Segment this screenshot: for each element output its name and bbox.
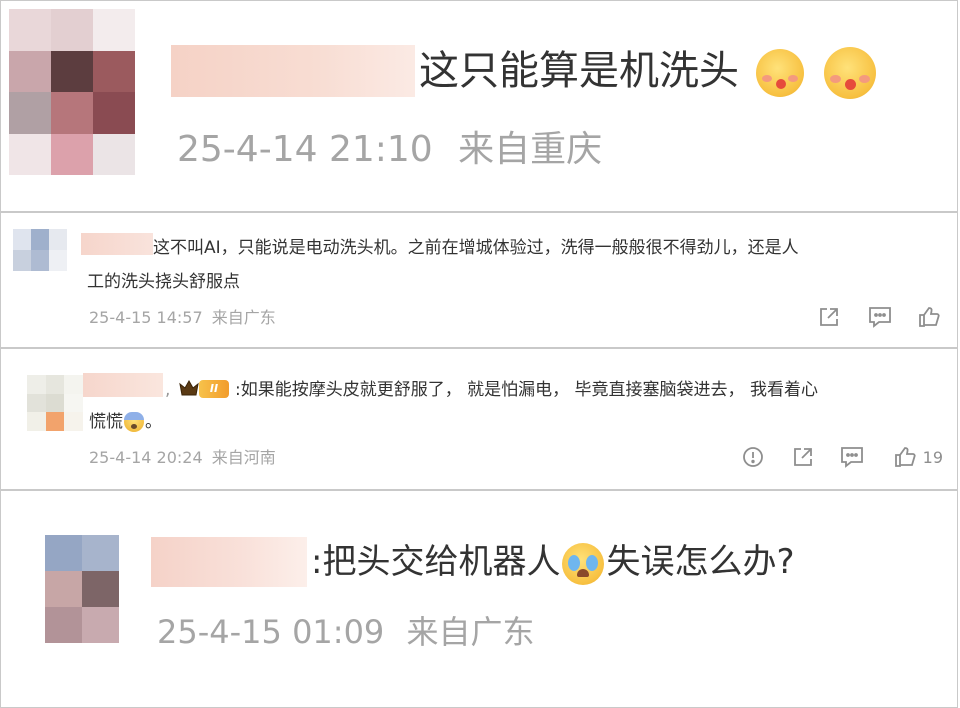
avatar[interactable] (9, 9, 135, 175)
comment-line-1: :如果能按摩头皮就更舒服了， 就是怕漏电， 毕竟直接塞脑袋进去， 我看着心 (235, 380, 818, 400)
yum-face-icon (755, 49, 804, 97)
comment-location: 来自广东 (406, 613, 535, 651)
comment-meta: 25-4-15 01:09 来自广东 (157, 611, 534, 653)
comment-location: 来自重庆 (458, 129, 603, 170)
comment-meta: 25-4-14 20:24 来自河南 (89, 447, 276, 469)
crying-face-icon (562, 542, 605, 585)
blurred-username[interactable] (81, 233, 153, 255)
blurred-username[interactable] (171, 45, 415, 97)
comment-location: 来自河南 (211, 448, 276, 467)
scared-face-icon (124, 412, 144, 432)
comment-line-2-text: 慌慌 (89, 412, 123, 432)
crown-icon (179, 379, 199, 397)
report-icon[interactable] (741, 445, 765, 469)
comment-date: 25-4-15 14:57 (89, 308, 203, 327)
comment-text: 这只能算是机洗头 (419, 48, 739, 94)
comment-date: 25-4-15 01:09 (157, 613, 385, 651)
avatar[interactable] (13, 229, 67, 271)
share-icon[interactable] (817, 305, 841, 329)
like-icon (893, 445, 917, 469)
comment-line-2: 工的洗头挠头舒服点 (87, 272, 240, 292)
comment-card-2: 这不叫AI，只能说是电动洗头机。之前在增城体验过，洗得一般般很不得劲儿，还是人 … (0, 212, 958, 348)
blurred-username[interactable] (151, 537, 307, 587)
comment-date: 25-4-14 20:24 (89, 448, 203, 467)
comment-icon[interactable] (867, 305, 893, 329)
avatar[interactable] (27, 375, 83, 431)
comment-line-1: 这不叫AI，只能说是电动洗头机。之前在增城体验过，洗得一般般很不得劲儿，还是人 (153, 238, 799, 258)
name-separator: , (165, 380, 171, 400)
comment-text-before: :把头交给机器人 (311, 542, 561, 582)
yum-face-icon (824, 47, 877, 99)
comment-content: 这只能算是机洗头 (419, 45, 877, 99)
comment-text-after: 失误怎么办? (606, 542, 795, 582)
comment-location: 来自广东 (211, 308, 276, 327)
comment-card-4: :把头交给机器人 失误怎么办? 25-4-15 01:09 来自广东 (0, 490, 958, 708)
comment-actions: 19 (741, 445, 943, 469)
comment-line-2: 慌慌 。 (89, 409, 162, 435)
avatar[interactable] (45, 535, 119, 643)
comment-content: :把头交给机器人 失误怎么办? (311, 539, 795, 585)
like-button[interactable]: 19 (893, 445, 943, 469)
like-icon[interactable] (917, 305, 941, 329)
comment-date: 25-4-14 21:10 (177, 129, 433, 170)
share-icon[interactable] (791, 445, 815, 469)
badge-level: II (209, 382, 219, 395)
comment-card-1: 这只能算是机洗头 25-4-14 21:10 来自重庆 (0, 0, 958, 212)
comment-card-3: , II :如果能按摩头皮就更舒服了， 就是怕漏电， 毕竟直接塞脑袋进去， 我看… (0, 348, 958, 490)
comment-meta: 25-4-15 14:57 来自广东 (89, 307, 276, 329)
blurred-username[interactable] (83, 373, 163, 397)
comment-line-2-tail: 。 (145, 412, 162, 432)
comment-actions (817, 305, 941, 329)
comment-meta: 25-4-14 21:10 来自重庆 (177, 127, 602, 173)
member-badge[interactable]: II (199, 380, 229, 398)
like-count: 19 (922, 447, 943, 467)
comment-icon[interactable] (839, 445, 865, 469)
